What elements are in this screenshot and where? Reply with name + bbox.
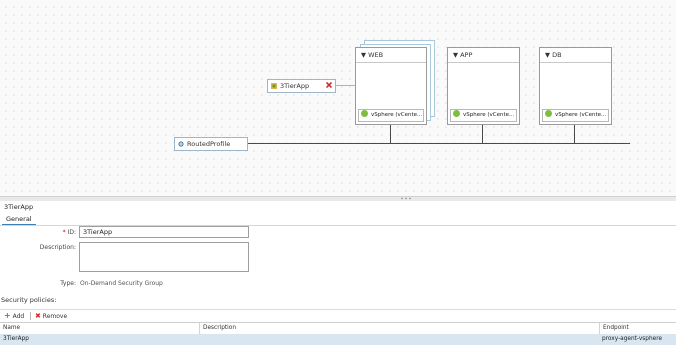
type-value: On-Demand Security Group [80, 280, 163, 287]
add-button[interactable]: + Add [4, 311, 24, 322]
collapse-triangle-icon[interactable]: ▼ [545, 51, 550, 59]
vsphere-icon [361, 110, 368, 117]
tier-endpoint-label: vSphere (vCente... [371, 112, 423, 118]
remove-button[interactable]: ✖ Remove [35, 311, 67, 322]
remove-label: Remove [42, 313, 68, 320]
row-name: 3TierApp [3, 336, 29, 342]
network-line [247, 143, 630, 144]
security-group-label: 3TierApp [280, 82, 310, 90]
tier-name: WEB [368, 51, 384, 59]
add-label: Add [12, 313, 25, 320]
splitter-grip-icon[interactable] [400, 197, 412, 200]
column-header-endpoint[interactable]: Endpoint [599, 323, 676, 334]
app-connector [482, 124, 483, 144]
tier-endpoint-label: vSphere (vCente... [463, 112, 515, 118]
table-row[interactable]: 3TierApp proxy-agent-vsphere [0, 334, 676, 345]
description-field[interactable] [79, 242, 249, 272]
tier-name: APP [460, 51, 473, 59]
column-header-description[interactable]: Description [199, 323, 599, 334]
db-connector [574, 124, 575, 144]
security-policies-label: Security policies: [1, 296, 57, 304]
web-connector [390, 124, 391, 144]
vsphere-icon [545, 110, 552, 117]
type-label: Type: [60, 280, 76, 287]
add-icon: + [4, 311, 11, 320]
tier-endpoint[interactable]: vSphere (vCente... [542, 109, 609, 122]
tier-endpoint[interactable]: vSphere (vCente... [450, 109, 517, 122]
delete-icon[interactable] [326, 82, 332, 88]
security-group-connector [336, 85, 356, 86]
tier-app[interactable]: ▼ APP vSphere (vCente... [447, 47, 520, 125]
policies-toolbar: + Add ✖ Remove [0, 309, 676, 322]
tier-header: ▼ APP [448, 48, 519, 63]
tier-web[interactable]: ▼ WEB vSphere (vCente... [355, 47, 427, 125]
collapse-triangle-icon[interactable]: ▼ [453, 51, 458, 59]
panel-splitter[interactable] [0, 196, 676, 201]
id-label-text: ID: [67, 229, 76, 236]
panel-title: 3TierApp [4, 203, 34, 211]
network-profile-label: RoutedProfile [187, 140, 231, 148]
network-profile-node[interactable]: RoutedProfile [174, 137, 248, 151]
tier-db[interactable]: ▼ DB vSphere (vCente... [539, 47, 612, 125]
id-field[interactable]: 3TierApp [79, 226, 249, 238]
row-description [199, 334, 599, 345]
security-group-node[interactable]: 3TierApp [267, 79, 336, 93]
column-header-name[interactable]: Name [0, 323, 199, 334]
collapse-triangle-icon[interactable]: ▼ [361, 51, 366, 59]
remove-icon: ✖ [35, 312, 41, 320]
tier-name: DB [552, 51, 562, 59]
vsphere-icon [453, 110, 460, 117]
design-canvas[interactable]: ▼ WEB vSphere (vCente... ▼ APP vSphere (… [0, 0, 676, 196]
tier-endpoint-label: vSphere (vCente... [555, 112, 607, 118]
security-group-icon [271, 83, 277, 89]
tier-header: ▼ WEB [356, 48, 426, 63]
toolbar-separator [30, 312, 31, 320]
row-endpoint: proxy-agent-vsphere [602, 336, 663, 342]
description-label: Description: [39, 244, 76, 251]
id-label: * ID: [40, 229, 76, 236]
network-icon [178, 141, 184, 147]
tier-header: ▼ DB [540, 48, 611, 63]
tier-endpoint[interactable]: vSphere (vCente... [358, 109, 424, 122]
